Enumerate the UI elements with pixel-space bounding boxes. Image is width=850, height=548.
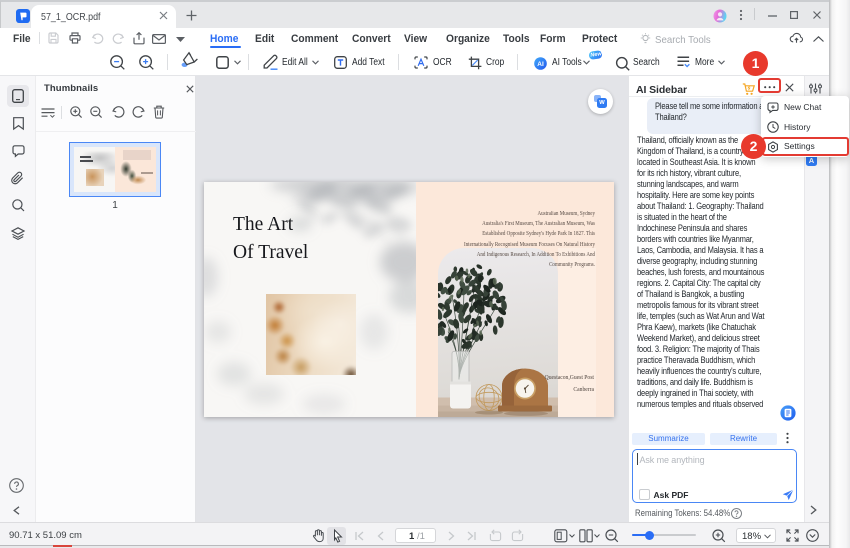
svg-text:AI: AI	[537, 61, 544, 68]
